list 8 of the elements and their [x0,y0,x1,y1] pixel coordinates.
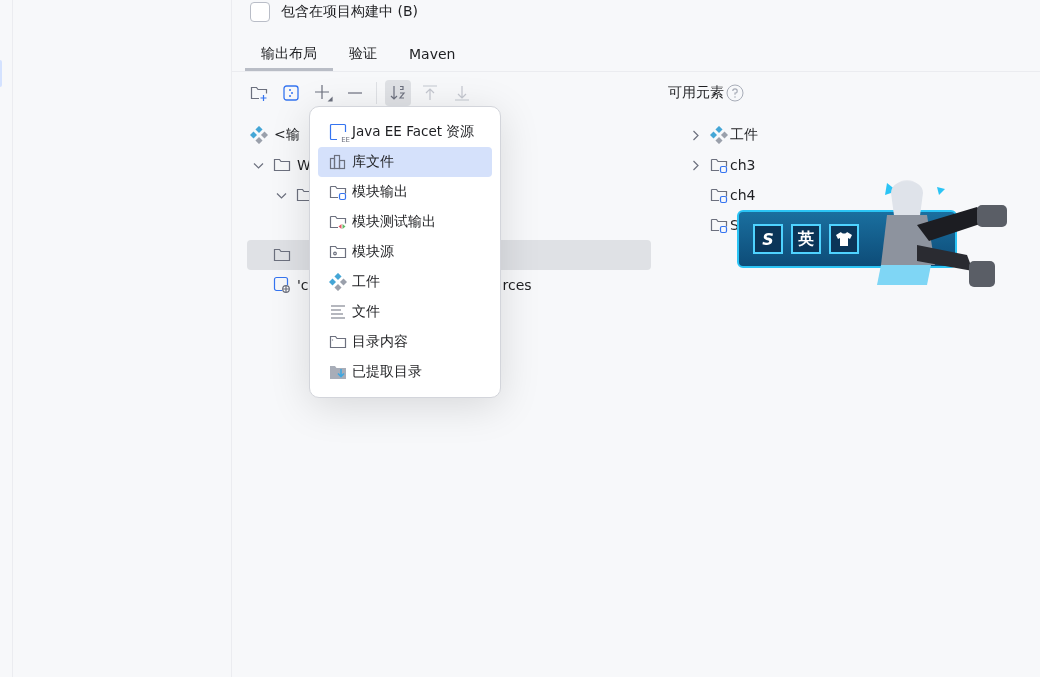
tree-label: 工件 [730,126,758,144]
tree-label-tail: rces [502,277,532,293]
checkbox-label: 包含在项目构建中 (B) [281,3,418,21]
panel-title: 可用元素 [668,84,724,102]
tree-label: 'c [297,277,309,293]
tree-label: ch3 [730,157,756,173]
tree-label: ch4 [730,187,756,203]
tree-label: <输 [274,126,300,144]
